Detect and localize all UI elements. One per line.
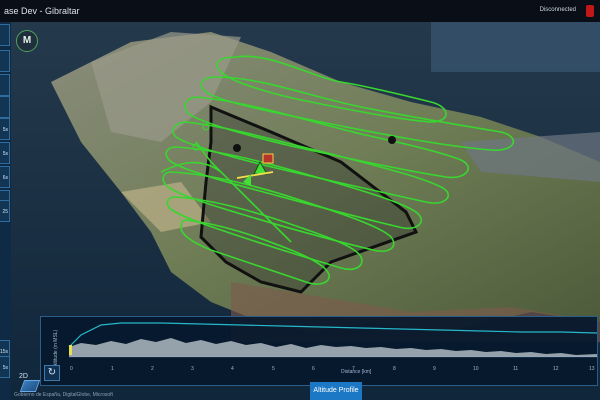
x-tick-4: 4: [231, 366, 234, 372]
toolbar-button-6[interactable]: 5s: [0, 142, 10, 164]
x-tick-1: 1: [111, 366, 114, 372]
x-tick-5: 5: [272, 366, 275, 372]
waypoint-marker[interactable]: [233, 144, 241, 152]
map-attribution: Gobierno de España, DigitalGlobe, Micros…: [14, 392, 113, 398]
window-title-bar: ase Dev - Gibraltar Disconnected: [0, 0, 600, 22]
toolbar-button-3[interactable]: [0, 74, 10, 96]
x-tick-9: 9: [433, 366, 436, 372]
x-tick-10: 10: [473, 366, 479, 372]
connection-status: Disconnected: [539, 7, 576, 13]
x-tick-3: 3: [191, 366, 194, 372]
x-tick-11: 11: [513, 366, 519, 372]
toolbar-button-11[interactable]: 5s: [0, 356, 10, 378]
x-tick-0: 0: [70, 366, 73, 372]
map-layer-icon: [19, 380, 41, 392]
x-tick-8: 8: [393, 366, 396, 372]
x-tick-6: 6: [312, 366, 315, 372]
x-tick-13: 13: [589, 366, 595, 372]
toolbar-button-5[interactable]: 5s: [0, 118, 10, 140]
toolbar-button-2[interactable]: [0, 50, 10, 72]
connection-status-indicator: [586, 5, 594, 17]
home-location-marker[interactable]: [262, 153, 274, 164]
altitude-profile-panel: Altitude (m MSL) 0 1 2 3 4 5 6 7 8 9 10 …: [40, 316, 598, 386]
toolbar-button-4[interactable]: [0, 96, 10, 118]
refresh-icon: ↻: [47, 367, 57, 378]
toolbar-button-7[interactable]: 6s: [0, 166, 10, 188]
view-mode-label: 2D: [19, 373, 28, 380]
view-mode-toggle[interactable]: 2D: [14, 370, 41, 392]
refresh-profile-button[interactable]: ↻: [44, 365, 60, 381]
tab-altitude-profile[interactable]: Altitude Profile: [310, 382, 362, 400]
x-tick-2: 2: [151, 366, 154, 372]
x-tick-12: 12: [553, 366, 559, 372]
waypoint-marker[interactable]: [388, 136, 396, 144]
terrain-profile-area: [69, 338, 597, 357]
toolbar-button-9[interactable]: 25: [0, 200, 10, 222]
distance-axis-label: Distance [km]: [341, 369, 372, 375]
start-marker: [69, 345, 72, 355]
altitude-profile-chart[interactable]: [41, 317, 597, 369]
app-logo-icon[interactable]: M: [16, 30, 38, 52]
toolbar-button-1[interactable]: [0, 24, 10, 46]
window-title: ase Dev - Gibraltar: [4, 6, 80, 16]
distant-coast: [431, 22, 600, 72]
